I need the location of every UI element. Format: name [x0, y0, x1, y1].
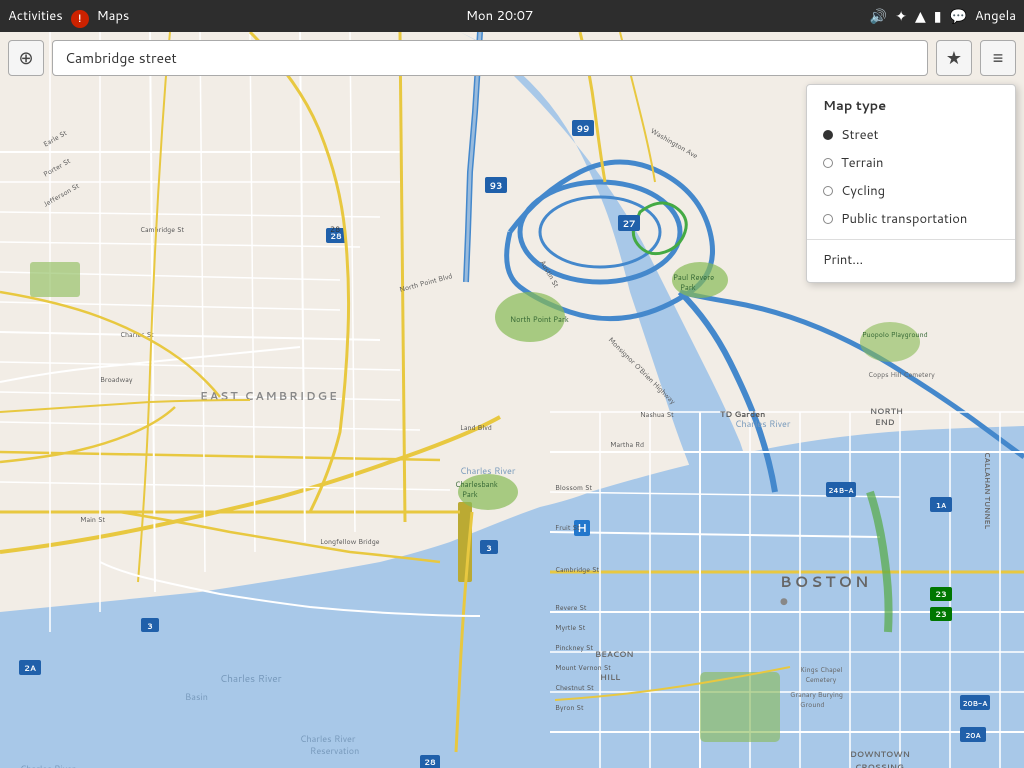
locate-icon: ⊕: [18, 48, 33, 69]
print-button[interactable]: Print...: [807, 246, 1015, 274]
public-transport-label: Public transportation: [841, 210, 967, 228]
svg-text:Pinckney St: Pinckney St: [555, 643, 593, 653]
svg-text:Nashua St: Nashua St: [640, 410, 674, 420]
svg-text:CROSSING: CROSSING: [855, 761, 904, 768]
svg-text:Main St: Main St: [80, 515, 105, 525]
map-type-street[interactable]: Street: [807, 121, 1015, 149]
map-type-cycling[interactable]: Cycling: [807, 177, 1015, 205]
svg-text:Revere St: Revere St: [555, 603, 587, 613]
svg-text:Chestnut St: Chestnut St: [555, 683, 594, 693]
svg-text:Charles River: Charles River: [20, 762, 76, 768]
map-container[interactable]: 93 99 27 28 3 3 2A 28 24B-A 1A 20B-A 20A…: [0, 32, 1024, 768]
topbar: Activities ! Maps Mon 20:07 🔊 ✦ ▲ ▮ 💬 An…: [0, 0, 1024, 32]
svg-text:Land Blvd: Land Blvd: [460, 423, 492, 433]
wifi-icon: ▲: [915, 6, 926, 26]
svg-text:Myrtle St: Myrtle St: [555, 623, 586, 633]
svg-text:Cambridge St: Cambridge St: [140, 225, 185, 235]
panel-divider: [807, 239, 1015, 240]
app-notification-icon: !: [71, 10, 89, 28]
svg-text:20B-A: 20B-A: [963, 699, 989, 709]
svg-text:Kings Chapel: Kings Chapel: [800, 665, 843, 675]
app-name-label[interactable]: Maps: [97, 7, 130, 25]
svg-text:Reservation: Reservation: [310, 744, 359, 757]
radio-empty-dot-3: [823, 214, 833, 224]
cycling-label: Cycling: [841, 182, 885, 200]
map-toolbar: ⊕ Cambridge street ★ ≡: [8, 40, 1016, 76]
svg-text:3: 3: [147, 620, 153, 632]
svg-text:HILL: HILL: [600, 671, 620, 683]
radio-empty-dot-2: [823, 186, 833, 196]
svg-text:Charlesbank: Charlesbank: [455, 480, 498, 490]
map-type-terrain[interactable]: Terrain: [807, 149, 1015, 177]
sound-icon: 🔊: [870, 6, 887, 26]
svg-text:Park: Park: [680, 283, 696, 293]
svg-text:Park: Park: [462, 490, 478, 500]
svg-text:Copps Hill Cemetery: Copps Hill Cemetery: [868, 370, 935, 380]
svg-text:28: 28: [424, 756, 436, 768]
locate-button[interactable]: ⊕: [8, 40, 44, 76]
menu-icon: ≡: [993, 48, 1004, 69]
topbar-right: 🔊 ✦ ▲ ▮ 💬 Angela: [870, 6, 1016, 26]
svg-text:Fruit St: Fruit St: [555, 523, 580, 533]
svg-text:20A: 20A: [965, 731, 981, 741]
svg-text:24B-A: 24B-A: [828, 486, 854, 496]
svg-text:28: 28: [330, 223, 340, 235]
svg-text:Ground: Ground: [800, 700, 824, 710]
user-label: Angela: [975, 7, 1016, 25]
street-label: Street: [841, 126, 879, 144]
svg-text:Cemetery: Cemetery: [805, 675, 837, 685]
svg-text:23: 23: [935, 608, 946, 620]
bluetooth-icon: ✦: [895, 6, 907, 26]
map-type-public-transport[interactable]: Public transportation: [807, 205, 1015, 233]
svg-text:Blossom St: Blossom St: [555, 483, 593, 493]
svg-text:93: 93: [490, 179, 503, 192]
svg-text:TD Garden: TD Garden: [720, 408, 765, 420]
svg-text:●: ●: [780, 594, 788, 607]
bookmark-button[interactable]: ★: [936, 40, 972, 76]
svg-text:Cambridge St: Cambridge St: [555, 565, 600, 575]
svg-text:99: 99: [577, 122, 590, 135]
topbar-left: Activities ! Maps: [8, 5, 129, 28]
svg-text:Longfellow Bridge: Longfellow Bridge: [320, 537, 380, 547]
message-icon: 💬: [949, 6, 966, 26]
topbar-center: Mon 20:07: [466, 7, 533, 25]
svg-text:North Point Park: North Point Park: [510, 315, 569, 325]
svg-text:27: 27: [623, 217, 636, 230]
search-bar[interactable]: Cambridge street: [52, 40, 928, 76]
svg-text:DOWNTOWN: DOWNTOWN: [850, 748, 910, 760]
star-icon: ★: [946, 48, 962, 69]
radio-empty-dot: [823, 158, 833, 168]
map-type-panel: Map type Street Terrain Cycling Public t…: [806, 84, 1016, 283]
svg-text:Broadway: Broadway: [100, 375, 133, 385]
svg-text:3: 3: [486, 542, 492, 554]
svg-text:Charles River: Charles River: [220, 672, 282, 686]
menu-button[interactable]: ≡: [980, 40, 1016, 76]
svg-text:CALLAHAN TUNNEL: CALLAHAN TUNNEL: [982, 452, 992, 529]
terrain-label: Terrain: [841, 154, 883, 172]
svg-text:Paul Revere: Paul Revere: [673, 273, 714, 283]
battery-icon: ▮: [934, 6, 942, 26]
svg-text:2A: 2A: [24, 662, 36, 674]
svg-text:23: 23: [935, 588, 946, 600]
radio-selected-dot: [823, 130, 833, 140]
svg-text:END: END: [875, 416, 895, 428]
clock-label: Mon 20:07: [466, 7, 533, 25]
svg-text:Granary Burying: Granary Burying: [790, 690, 843, 700]
svg-text:Byron St: Byron St: [555, 703, 584, 713]
panel-title: Map type: [807, 93, 1015, 121]
svg-text:EAST CAMBRIDGE: EAST CAMBRIDGE: [200, 388, 339, 404]
svg-text:Puopolo Playground: Puopolo Playground: [862, 330, 928, 340]
svg-text:BOSTON: BOSTON: [780, 571, 871, 592]
activities-label[interactable]: Activities: [8, 7, 63, 25]
svg-text:1A: 1A: [936, 501, 947, 511]
search-text: Cambridge street: [65, 48, 177, 68]
svg-text:Martha Rd: Martha Rd: [610, 440, 644, 450]
svg-text:Basin: Basin: [185, 690, 208, 703]
svg-text:BEACON: BEACON: [595, 648, 634, 660]
svg-text:Charles River: Charles River: [460, 464, 516, 477]
